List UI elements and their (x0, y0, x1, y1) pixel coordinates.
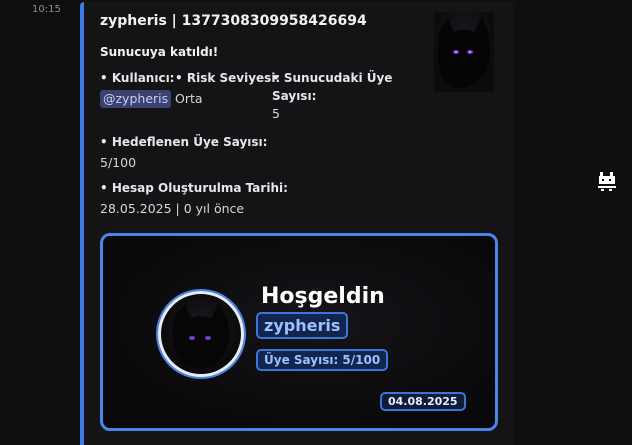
card-avatar (158, 291, 244, 377)
field-created: • Hesap Oluşturulma Tarihi: 28.05.2025 |… (100, 179, 288, 218)
field-members-value: 5 (272, 106, 280, 121)
embed-title: zypheris | 1377308309958426694 (100, 13, 367, 29)
field-target-value: 5/100 (100, 155, 137, 170)
field-risk: • Risk Seviyesi: Orta (175, 69, 280, 108)
embed-description: Sunucuya katıldı! (100, 45, 219, 59)
discord-message: 10:15 zypheris | 1377308309958426694 Sun… (0, 0, 632, 445)
join-embed: zypheris | 1377308309958426694 Sunucuya … (80, 2, 514, 445)
field-target: • Hedeflenen Üye Sayısı: 5/100 (100, 133, 267, 172)
pixel-cat-icon[interactable] (596, 170, 618, 194)
field-members-name-1: • Sunucudaki Üye (272, 71, 393, 85)
field-created-value: 28.05.2025 | 0 yıl önce (100, 201, 245, 216)
user-mention[interactable]: @zypheris (100, 90, 172, 108)
card-member-count: Üye Sayısı: 5/100 (256, 349, 389, 371)
black-cat-icon (172, 304, 230, 369)
field-risk-name: • Risk Seviyesi: (175, 71, 281, 85)
card-date: 04.08.2025 (380, 392, 466, 411)
card-username: zypheris (256, 312, 349, 339)
field-user: • Kullanıcı: @zypheris (100, 69, 174, 108)
field-members-name-2: Sayısı: (272, 89, 317, 103)
black-cat-avatar-icon[interactable] (434, 12, 494, 92)
welcome-card-image[interactable]: Hoşgeldin zypheris Üye Sayısı: 5/100 04.… (100, 233, 498, 431)
field-risk-value: Orta (175, 91, 203, 106)
message-timestamp: 10:15 (32, 4, 61, 15)
field-target-name: • Hedeflenen Üye Sayısı: (100, 135, 268, 149)
card-title: Hoşgeldin (261, 284, 385, 309)
field-user-name: • Kullanıcı: (100, 71, 175, 85)
field-members: • Sunucudaki Üye Sayısı: 5 (272, 69, 392, 123)
field-created-name: • Hesap Oluşturulma Tarihi: (100, 181, 288, 195)
